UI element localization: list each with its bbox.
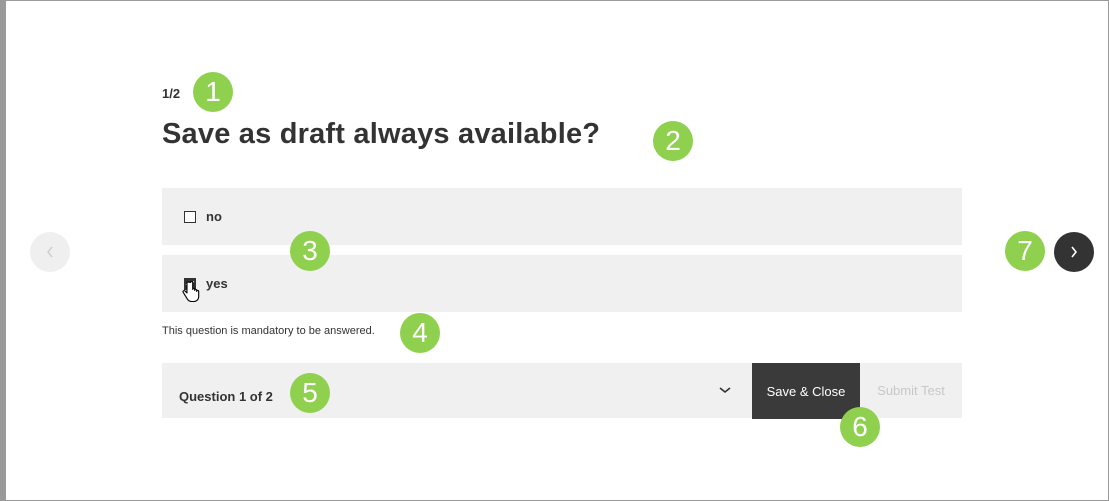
chevron-right-icon [1071,246,1078,258]
option-label-yes: yes [206,276,228,291]
previous-question-button[interactable] [30,232,70,272]
annotation-marker-3: 3 [290,231,330,271]
annotation-marker-5: 5 [290,373,330,413]
checkbox-no[interactable] [184,210,196,223]
save-close-button[interactable]: Save & Close [752,363,860,419]
annotation-marker-1: 1 [193,72,233,112]
chevron-left-icon [47,246,53,258]
annotation-marker-2: 2 [653,121,693,161]
submit-test-button[interactable]: Submit Test [860,363,962,418]
chevron-down-icon[interactable] [718,385,732,395]
next-question-button[interactable] [1054,232,1094,272]
annotation-marker-7: 7 [1005,231,1045,271]
option-label-no: no [206,209,222,224]
question-progress: 1/2 [162,86,181,101]
question-selector-label: Question 1 of 2 [179,389,273,404]
answer-option-yes[interactable]: yes [162,255,962,312]
footer-bar: Question 1 of 2 Save & Close Submit Test [162,363,962,419]
question-selector-dropdown[interactable]: Question 1 of 2 [162,363,752,418]
hand-pointer-icon [182,280,200,303]
annotation-marker-6: 6 [840,407,880,447]
annotation-marker-4: 4 [400,313,440,353]
answer-option-no[interactable]: no [162,188,962,245]
app-window: 1/2 Save as draft always available? no y… [0,0,1109,501]
question-title: Save as draft always available? [162,118,601,150]
mandatory-note: This question is mandatory to be answere… [162,325,375,337]
